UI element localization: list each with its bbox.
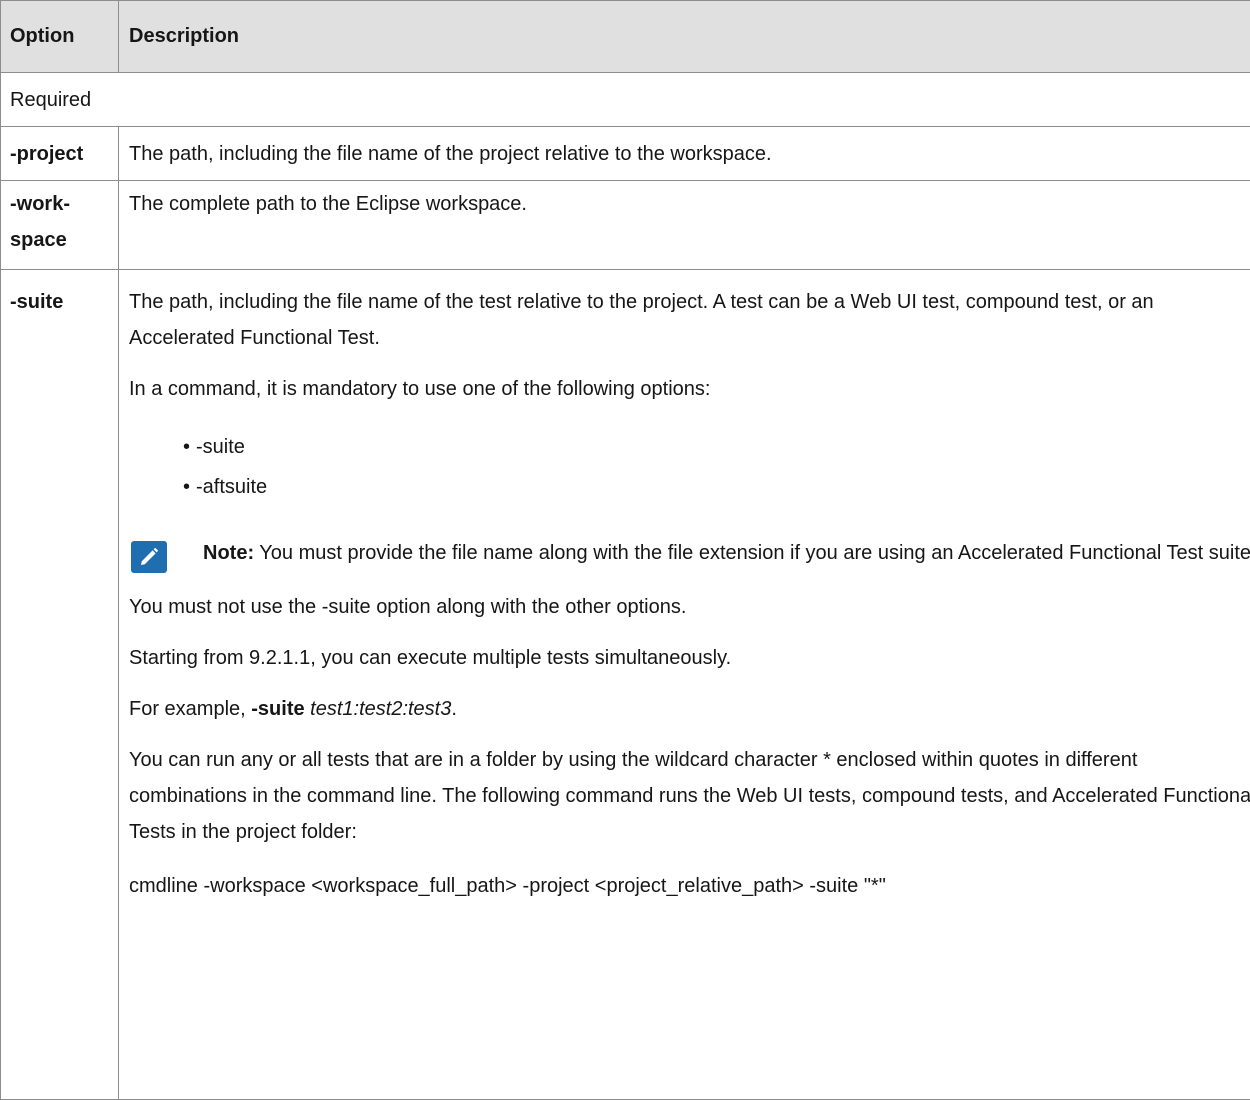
table-row-project: -project The path, including the file na… <box>1 127 1250 181</box>
suite-mandatory-paragraph: In a command, it is mandatory to use one… <box>129 371 1250 407</box>
option-name-workspace: -work- space <box>1 181 119 270</box>
note-label: Note: <box>203 542 254 564</box>
suite-multiple-tests-paragraph: Starting from 9.2.1.1, you can execute m… <box>129 640 1250 676</box>
example-option: -suite <box>251 698 304 720</box>
section-label-required: Required <box>1 73 1250 127</box>
note-text: You must provide the file name along wit… <box>254 542 1250 564</box>
suite-exclusive-paragraph: You must not use the -suite option along… <box>129 589 1250 625</box>
option-name-workspace-line1: -work- <box>10 193 70 215</box>
list-item: -aftsuite <box>183 467 1250 507</box>
option-description-project: The path, including the file name of the… <box>119 127 1250 181</box>
table-row-workspace: -work- space The complete path to the Ec… <box>1 181 1250 270</box>
command-example: cmdline -workspace <workspace_full_path>… <box>129 868 1250 904</box>
suite-options-list: -suite -aftsuite <box>183 427 1250 507</box>
note-callout: Note: You must provide the file name alo… <box>129 535 1250 571</box>
option-column-header: Option <box>1 1 119 73</box>
pencil-note-icon <box>131 541 167 573</box>
option-description-workspace: The complete path to the Eclipse workspa… <box>119 181 1250 270</box>
suite-example-paragraph: For example, -suite test1:test2:test3. <box>129 691 1250 727</box>
table-header-row: Option Description <box>1 1 1250 73</box>
options-table: Option Description Required -project The… <box>0 0 1250 1100</box>
example-suffix: . <box>451 698 457 720</box>
example-value: test1:test2:test3 <box>310 698 451 720</box>
description-column-header: Description <box>119 1 1250 73</box>
option-name-suite: -suite <box>1 270 119 1100</box>
table-row-suite: -suite The path, including the file name… <box>1 270 1250 1100</box>
option-name-workspace-line2: space <box>10 229 67 251</box>
list-item: -suite <box>183 427 1250 467</box>
suite-description-paragraph: The path, including the file name of the… <box>129 284 1250 356</box>
suite-wildcard-paragraph: You can run any or all tests that are in… <box>129 742 1250 850</box>
example-prefix: For example, <box>129 698 251 720</box>
section-row: Required <box>1 73 1250 127</box>
option-name-project: -project <box>1 127 119 181</box>
option-description-suite: The path, including the file name of the… <box>119 270 1250 1100</box>
